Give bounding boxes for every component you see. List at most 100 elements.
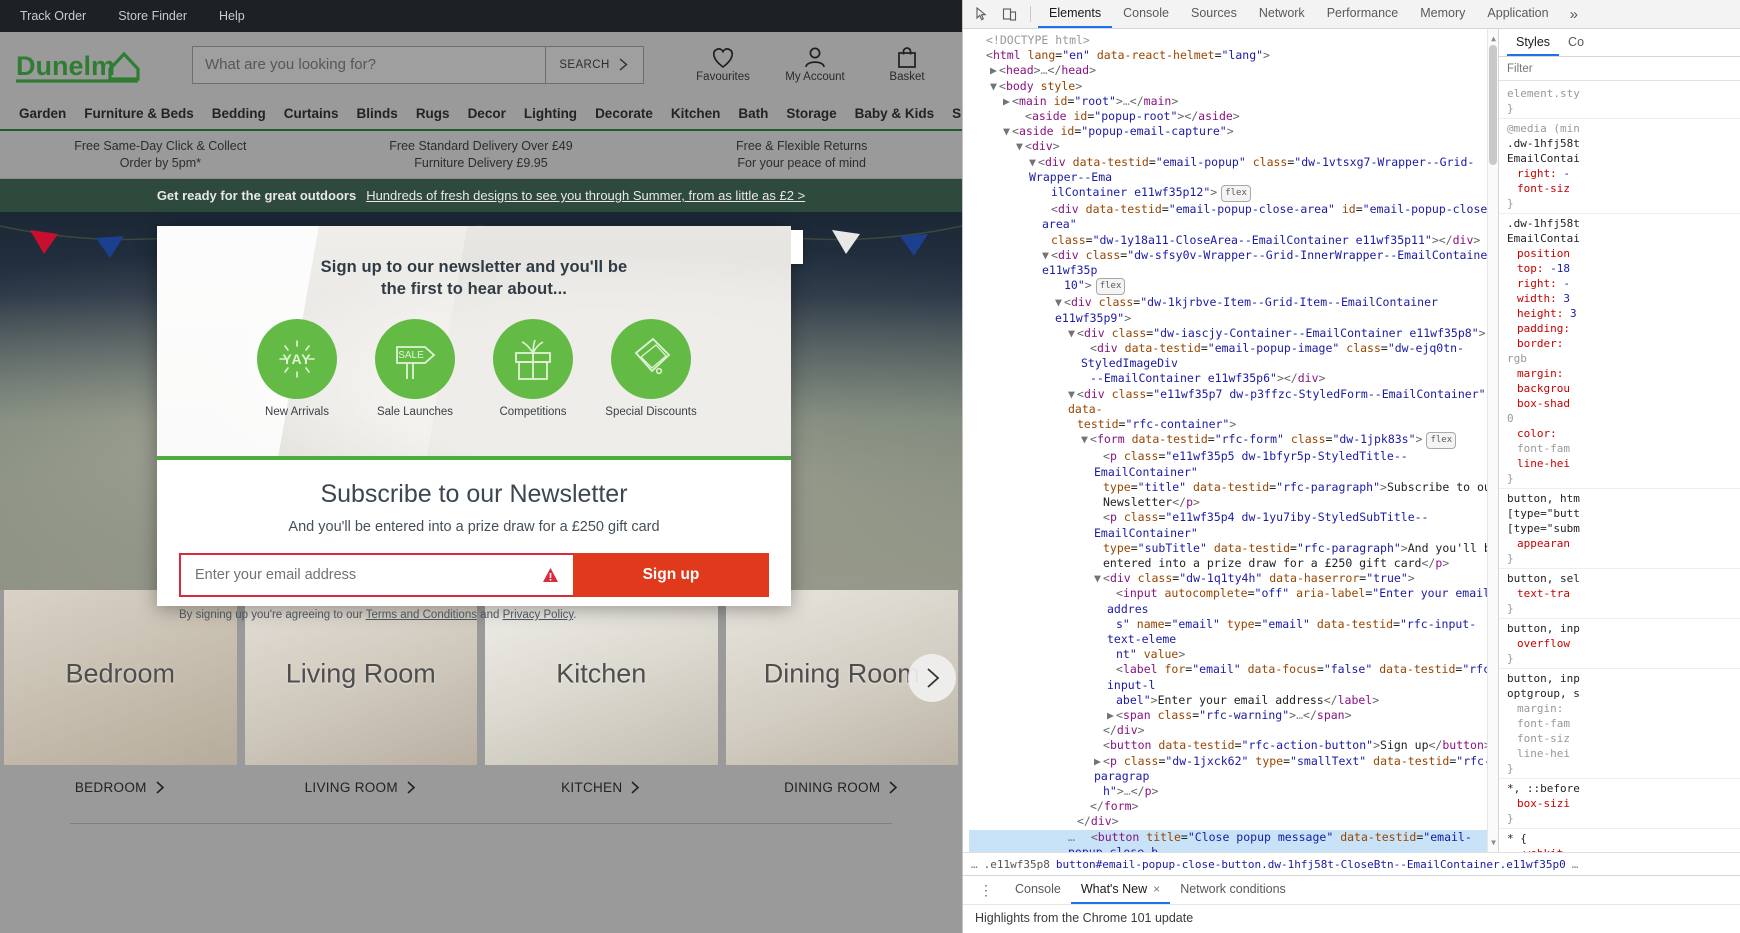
dom-node[interactable]: s" name="email" type="email" data-testid… <box>969 617 1498 647</box>
dom-node[interactable]: testid="rfc-container"> <box>969 417 1498 432</box>
scrollbar-thumb[interactable] <box>1489 45 1497 165</box>
dom-node[interactable]: 10"> flex <box>969 278 1498 296</box>
scroll-up-arrow[interactable]: ▲ <box>1489 31 1498 46</box>
dom-node[interactable]: </div> <box>969 814 1498 829</box>
dom-node[interactable]: ▼ <div class="dw-1kjrbve-Item--Grid-Item-… <box>969 295 1498 325</box>
css-rule-block[interactable]: button, inp overflow} <box>1499 619 1740 669</box>
basket-button[interactable]: Basket <box>876 46 938 83</box>
css-rule-block[interactable]: * {-webkit-tra <box>1499 829 1740 852</box>
dom-node[interactable]: ▶ <head>…</head> <box>969 63 1498 78</box>
promo-banner[interactable]: Get ready for the great outdoors Hundred… <box>0 179 962 212</box>
category-link-kitchen[interactable]: KITCHEN <box>485 765 718 809</box>
devtools-tab-memory[interactable]: Memory <box>1409 0 1476 28</box>
utility-link-help[interactable]: Help <box>203 3 261 29</box>
dom-node[interactable]: </div> <box>969 723 1498 738</box>
utility-link-track-order[interactable]: Track Order <box>4 3 102 29</box>
nav-item-curtains[interactable]: Curtains <box>275 102 348 125</box>
dom-node[interactable]: ilContainer e11wf35p12"> flex <box>969 185 1498 203</box>
dom-node[interactable]: class="dw-1y18a11-CloseArea--EmailContai… <box>969 233 1498 248</box>
dom-node[interactable]: ▼ <form data-testid="rfc-form" class="dw-… <box>969 432 1498 450</box>
nav-item-rugs[interactable]: Rugs <box>407 102 459 125</box>
carousel-next-button[interactable] <box>908 653 956 702</box>
dom-node[interactable]: <label for="email" data-focus="false" da… <box>969 662 1498 692</box>
dom-node[interactable]: <div data-testid="email-popup-image" cla… <box>969 341 1498 371</box>
styles-tab-computed[interactable]: Co <box>1559 30 1593 56</box>
dom-node[interactable]: <input autocomplete="off" aria-label="En… <box>969 586 1498 616</box>
search-box[interactable]: SEARCH <box>192 45 644 84</box>
styles-filter-input[interactable] <box>1507 62 1732 75</box>
dom-node[interactable]: ▼ <aside id="popup-email-capture"> <box>969 124 1498 139</box>
favourites-button[interactable]: Favourites <box>692 46 754 83</box>
styles-rules-list[interactable]: element.sty} @media (min .dw-1hfj58t EmailC… <box>1499 81 1740 852</box>
dunelm-logo[interactable]: Dunelm <box>14 43 164 87</box>
dom-node[interactable]: type="subTitle" data-testid="rfc-paragra… <box>969 541 1498 556</box>
nav-item-kitchen[interactable]: Kitchen <box>662 102 730 125</box>
dom-node[interactable]: h">…</p> <box>969 784 1498 799</box>
dom-node[interactable]: abel">Enter your email address</label> <box>969 693 1498 708</box>
devtools-tab-console[interactable]: Console <box>1112 0 1180 28</box>
devtools-tab-performance[interactable]: Performance <box>1316 0 1410 28</box>
privacy-policy-link[interactable]: Privacy Policy <box>503 609 574 621</box>
dom-node[interactable]: Newsletter</p> <box>969 495 1498 510</box>
dom-node[interactable]: ▼ <div class="dw-1q1ty4h" data-haserror="… <box>969 571 1498 586</box>
dom-node[interactable]: <!DOCTYPE html> <box>969 33 1498 48</box>
dom-node[interactable]: ▼ <body style> <box>969 79 1498 94</box>
styles-tab-styles[interactable]: Styles <box>1507 30 1560 56</box>
my-account-button[interactable]: My Account <box>784 46 846 83</box>
category-link-bedroom[interactable]: BEDROOM <box>4 765 237 809</box>
nav-item-special-buys[interactable]: Special Buys <box>943 102 962 125</box>
dom-node[interactable]: ▼ <div class="e11wf35p7 dw-p3ffzc-StyledF… <box>969 387 1498 417</box>
devtools-tab-network[interactable]: Network <box>1248 0 1316 28</box>
dom-node[interactable]: ▼ <div class="dw-iascjy-Container--EmailC… <box>969 326 1498 341</box>
signup-button[interactable]: Sign up <box>573 553 769 597</box>
scroll-down-arrow[interactable]: ▼ <box>1489 835 1498 850</box>
breadcrumb-leading-dots[interactable]: … <box>971 858 978 871</box>
device-toolbar-icon[interactable] <box>996 1 1023 28</box>
dom-node[interactable]: <p class="e11wf35p4 dw-1yu7iby-StyledSub… <box>969 510 1498 540</box>
css-rule-block[interactable]: @media (min .dw-1hfj58t EmailContai right: … <box>1499 119 1740 214</box>
dom-node[interactable]: ▶ <main id="root">…</main> <box>969 94 1498 109</box>
promo-banner-link[interactable]: Hundreds of fresh designs to see you thr… <box>366 188 805 203</box>
dom-node[interactable]: <aside id="popup-root"></aside> <box>969 109 1498 124</box>
dom-node[interactable]: --EmailContainer e11wf35p6"></div> <box>969 371 1498 386</box>
breadcrumb-trailing-dots[interactable]: … <box>1572 858 1579 871</box>
breadcrumb-current[interactable]: button#email-popup-close-button.dw-1hfj5… <box>1056 858 1566 871</box>
utility-link-store-finder[interactable]: Store Finder <box>102 3 203 29</box>
nav-item-lighting[interactable]: Lighting <box>515 102 586 125</box>
dom-node[interactable]: <div data-testid="email-popup-close-area… <box>969 202 1498 232</box>
search-button[interactable]: SEARCH <box>545 46 643 83</box>
css-rule-block[interactable]: button, sel text-tra} <box>1499 569 1740 619</box>
inspect-element-icon[interactable] <box>969 1 996 28</box>
nav-item-furniture-beds[interactable]: Furniture & Beds <box>75 102 203 125</box>
nav-item-bath[interactable]: Bath <box>729 102 777 125</box>
drawer-tab-whats-new[interactable]: What's New × <box>1070 876 1171 904</box>
dom-node[interactable]: <p class="e11wf35p5 dw-1bfyr5p-StyledTit… <box>969 449 1498 479</box>
category-link-living-room[interactable]: LIVING ROOM <box>245 765 478 809</box>
dom-tree[interactable]: ▲ ▼ <!DOCTYPE html> <html lang="en" data-… <box>963 29 1498 852</box>
devtools-tab-sources[interactable]: Sources <box>1180 0 1248 28</box>
breadcrumb-parent[interactable]: .e11wf35p8 <box>984 858 1050 871</box>
css-rule-block[interactable]: button, htm [type="butt [type="subm appeara… <box>1499 489 1740 569</box>
nav-item-bedding[interactable]: Bedding <box>203 102 275 125</box>
devtools-tab-application[interactable]: Application <box>1476 0 1559 28</box>
category-link-dining-room[interactable]: DINING ROOM <box>726 765 959 809</box>
css-rule-block[interactable]: button, inp optgroup, s margin: font-fam fon… <box>1499 669 1740 779</box>
devtools-tab-elements[interactable]: Elements <box>1038 0 1113 28</box>
dom-node[interactable]: ▼ <div> <box>969 139 1498 154</box>
dom-tree-scrollbar[interactable]: ▲ ▼ <box>1487 29 1498 852</box>
css-rule-block[interactable]: .dw-1hfj58t EmailContai position top: -18 ri… <box>1499 214 1740 489</box>
dom-node-selected[interactable]: … <button title="Close popup message" da… <box>969 829 1498 852</box>
dom-node[interactable]: ▼ <div data-testid="email-popup" class="d… <box>969 155 1498 185</box>
close-icon[interactable]: × <box>1153 882 1160 896</box>
css-rule-block[interactable]: element.sty} <box>1499 84 1740 119</box>
dom-node[interactable]: entered into a prize draw for a £250 gif… <box>969 556 1498 571</box>
drawer-tab-console[interactable]: Console <box>1005 876 1071 904</box>
nav-item-decorate[interactable]: Decorate <box>586 102 662 125</box>
dom-node[interactable]: ▼ <div class="dw-sfsy0v-Wrapper--Grid-Inn… <box>969 248 1498 278</box>
nav-item-blinds[interactable]: Blinds <box>348 102 407 125</box>
dom-node[interactable]: ▶ <p class="dw-1jxck62" type="smallText" … <box>969 754 1498 784</box>
email-input[interactable] <box>181 555 542 595</box>
drawer-tab-network-conditions[interactable]: Network conditions <box>1170 876 1296 904</box>
css-rule-block[interactable]: *, ::before box-sizi} <box>1499 779 1740 829</box>
nav-item-baby-kids[interactable]: Baby & Kids <box>846 102 944 125</box>
